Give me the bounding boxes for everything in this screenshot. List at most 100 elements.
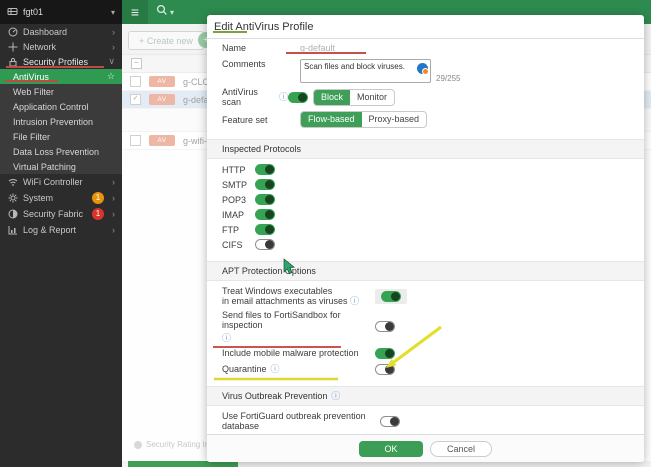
sidebar-item-label: Web Filter — [13, 86, 54, 97]
treat-executables-label: Treat Windows executables in email attac… — [222, 286, 375, 306]
ftp-toggle[interactable] — [255, 224, 275, 235]
protocol-label: IMAP — [222, 209, 245, 220]
sidebar-item-data-loss-prevention[interactable]: Data Loss Prevention — [0, 144, 122, 159]
info-icon[interactable]: ⓘ — [350, 296, 359, 306]
row-checkbox-checked[interactable]: ✓ — [130, 94, 141, 105]
ok-button[interactable]: OK — [359, 440, 423, 457]
info-icon[interactable]: ⓘ — [279, 92, 288, 102]
name-input[interactable]: g-default — [300, 43, 335, 53]
label-text: Quarantine — [222, 364, 267, 374]
chevron-right-icon: › — [112, 193, 115, 203]
name-label: Name — [222, 43, 247, 53]
antivirus-scan-toggle[interactable] — [288, 91, 308, 103]
comments-row: Comments Scan files and block viruses. 2… — [207, 57, 644, 85]
header-text: Virus Outbreak Prevention — [222, 391, 328, 401]
caret-down-icon[interactable]: ▾ — [111, 8, 115, 17]
caret-down-icon: ▾ — [170, 7, 175, 17]
chevron-right-icon: › — [112, 26, 115, 37]
security-rating-link[interactable]: Security Rating Insi — [134, 440, 215, 449]
treat-executables-toggle[interactable] — [381, 290, 401, 302]
fortisandbox-label: Send files to FortiSandbox for inspectio… — [222, 310, 375, 343]
protocol-row-imap: IMAP — [207, 207, 644, 222]
sidebar-item-system[interactable]: System 1 › — [0, 190, 122, 206]
label-text: Send files to FortiSandbox for inspectio… — [222, 310, 341, 330]
protocol-label: CIFS — [222, 239, 243, 250]
quarantine-label: Quarantine ⓘ — [222, 364, 375, 374]
fabric-icon — [7, 209, 18, 219]
sidebar-item-application-control[interactable]: Application Control — [0, 99, 122, 114]
sidebar-item-antivirus[interactable]: AntiVirus ☆ — [0, 69, 122, 84]
quarantine-toggle[interactable] — [375, 363, 395, 375]
sidebar-item-log-report[interactable]: Log & Report › — [0, 222, 122, 238]
sidebar-item-web-filter[interactable]: Web Filter — [0, 84, 122, 99]
favorite-star-icon[interactable]: ☆ — [107, 71, 115, 82]
label-line: Treat Windows executables in email attac… — [222, 286, 359, 306]
search-control[interactable]: ▾ — [156, 3, 174, 21]
inspected-protocols-header: Inspected Protocols — [207, 139, 644, 159]
protocol-row-http: HTTP — [207, 162, 644, 177]
cancel-button[interactable]: Cancel — [430, 440, 492, 457]
device-selector[interactable]: fgt01 ▾ — [0, 0, 122, 24]
protocol-row-smtp: SMTP — [207, 177, 644, 192]
sidebar-item-label: System — [23, 193, 54, 203]
sidebar-item-file-filter[interactable]: File Filter — [0, 129, 122, 144]
create-new-button[interactable]: + Create new — [128, 31, 204, 50]
sidebar-item-label: Security Fabric — [23, 209, 84, 219]
sidebar-item-dashboard[interactable]: Dashboard › — [0, 24, 122, 39]
row-checkbox[interactable] — [130, 76, 141, 87]
gear-icon — [7, 193, 18, 203]
comments-label: Comments — [222, 59, 266, 69]
mobile-malware-toggle[interactable] — [375, 347, 395, 359]
chevron-right-icon: › — [112, 177, 115, 187]
http-toggle[interactable] — [255, 164, 275, 175]
sidebar: fgt01 ▾ Dashboard › Network › Security P… — [0, 0, 122, 467]
block-option[interactable]: Block — [314, 89, 351, 105]
fortisandbox-toggle[interactable] — [375, 321, 395, 332]
fortisandbox-row: Send files to FortiSandbox for inspectio… — [207, 308, 644, 345]
grammar-extension-icon[interactable] — [417, 63, 429, 75]
quarantine-row: Quarantine ⓘ — [207, 361, 644, 377]
proxy-based-option[interactable]: Proxy-based — [362, 112, 427, 127]
av-badge: AV — [149, 94, 175, 105]
collapse-all-icon[interactable]: − — [131, 58, 142, 69]
sidebar-item-label: AntiVirus — [13, 71, 49, 82]
lock-icon — [7, 57, 18, 67]
sidebar-item-label: Dashboard — [23, 26, 68, 37]
sidebar-item-intrusion-prevention[interactable]: Intrusion Prevention — [0, 114, 122, 129]
feature-set-row: Feature set Flow-based Proxy-based — [207, 109, 644, 130]
sidebar-item-network[interactable]: Network › — [0, 39, 122, 54]
info-icon[interactable]: ⓘ — [271, 364, 280, 374]
char-counter: 29/255 — [436, 74, 461, 83]
wifi-icon — [7, 177, 18, 187]
comments-input[interactable]: Scan files and block viruses. — [300, 59, 431, 83]
sidebar-item-wifi-controller[interactable]: WiFi Controller › — [0, 174, 122, 190]
label-text: in email attachments as viruses — [222, 296, 348, 306]
chevron-down-icon: ∨ — [108, 56, 115, 66]
security-rating-label: Security Rating Insi — [146, 440, 215, 449]
sidebar-item-label: WiFi Controller — [23, 177, 83, 187]
dialog-footer: OK Cancel — [207, 434, 644, 462]
sidebar-item-label: Application Control — [13, 101, 89, 112]
fortiguard-outbreak-toggle[interactable] — [380, 415, 400, 427]
smtp-toggle[interactable] — [255, 179, 275, 190]
virus-outbreak-header: Virus Outbreak Prevention ⓘ — [207, 386, 644, 406]
monitor-option[interactable]: Monitor — [350, 90, 394, 105]
antivirus-scan-row: AntiVirus scan ⓘ Block Monitor — [207, 85, 644, 109]
sidebar-item-label: File Filter — [13, 131, 51, 142]
info-icon[interactable]: ⓘ — [331, 391, 340, 401]
pop3-toggle[interactable] — [255, 194, 275, 205]
sidebar-item-security-fabric[interactable]: Security Fabric 1 › — [0, 206, 122, 222]
sidebar-item-virtual-patching[interactable]: Virtual Patching — [0, 159, 122, 174]
menu-icon[interactable]: ≡ — [122, 0, 148, 24]
row-checkbox[interactable] — [130, 135, 141, 146]
sidebar-item-security-profiles[interactable]: Security Profiles ∨ — [0, 54, 122, 69]
flow-based-option[interactable]: Flow-based — [301, 112, 362, 127]
imap-toggle[interactable] — [255, 209, 275, 220]
av-badge: AV — [149, 76, 175, 87]
edit-antivirus-profile-dialog: Edit AntiVirus Profile Name g-default Co… — [207, 15, 644, 462]
info-icon[interactable]: ⓘ — [222, 334, 231, 343]
cifs-toggle[interactable] — [255, 239, 275, 250]
av-badge: AV — [149, 135, 175, 146]
apt-protection-header: APT Protection Options — [207, 261, 644, 281]
mobile-malware-label: Include mobile malware protection — [222, 348, 359, 358]
